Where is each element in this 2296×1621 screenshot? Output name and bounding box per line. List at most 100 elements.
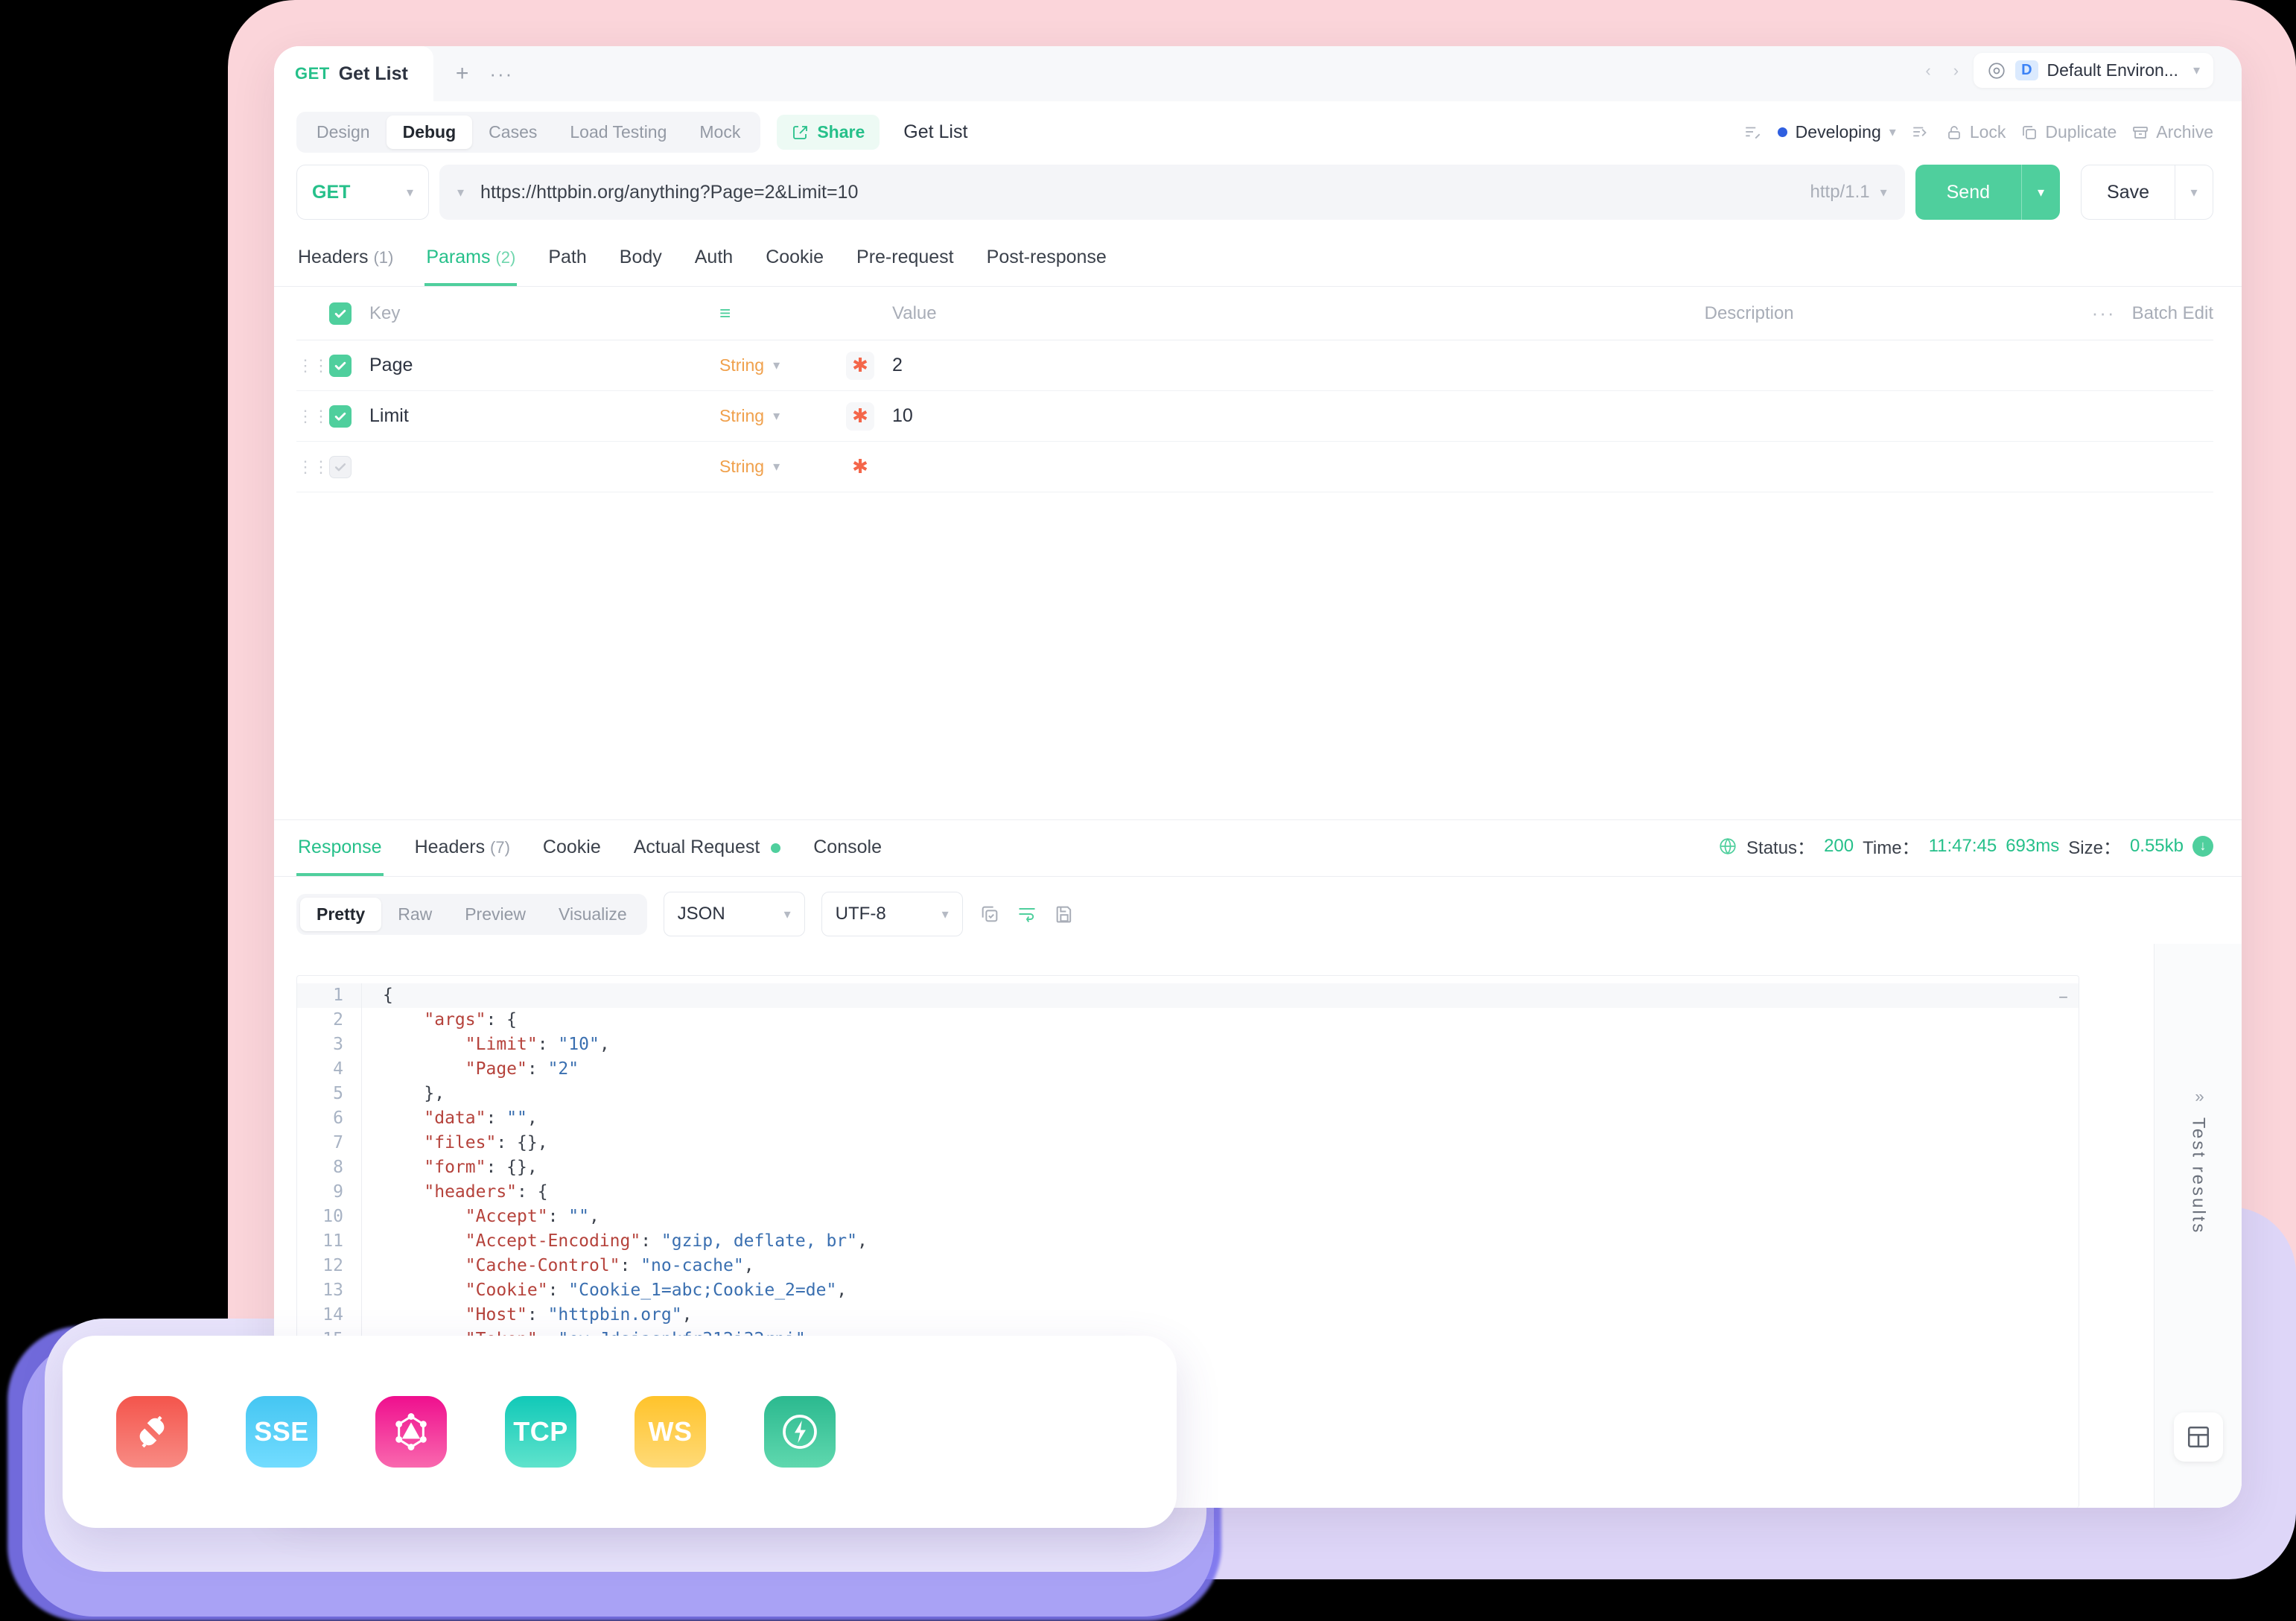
- tab-cookie[interactable]: Cookie: [764, 239, 825, 286]
- url-history-chevron-icon[interactable]: ▾: [457, 185, 464, 200]
- method-selector[interactable]: GET ▾: [296, 165, 429, 220]
- params-more-icon[interactable]: ···: [2092, 302, 2116, 325]
- row-checkbox[interactable]: [329, 455, 369, 478]
- tab-response-headers[interactable]: Headers (7): [413, 829, 512, 876]
- row-value-input[interactable]: 2: [892, 355, 1826, 376]
- view-mode-pretty[interactable]: Pretty: [300, 897, 382, 931]
- code-line: 4 "Page": "2": [297, 1057, 2079, 1082]
- sse-icon[interactable]: SSE: [246, 1396, 317, 1468]
- collapse-all-icon[interactable]: −: [2058, 988, 2068, 1007]
- nav-back-icon[interactable]: ‹: [1918, 57, 1938, 85]
- tab-cases[interactable]: Cases: [472, 115, 553, 149]
- view-mode-visualize[interactable]: Visualize: [542, 898, 643, 931]
- grpc-icon[interactable]: [764, 1396, 836, 1468]
- format-selector[interactable]: JSON ▾: [663, 892, 805, 936]
- row-required-toggle[interactable]: ✱: [846, 351, 892, 380]
- tab-debug[interactable]: Debug: [386, 115, 473, 149]
- line-number: 10: [322, 1207, 343, 1226]
- url-input[interactable]: ▾ https://httpbin.org/anything?Page=2&Li…: [439, 165, 1905, 220]
- drag-handle[interactable]: ⋮⋮: [296, 407, 329, 425]
- row-type-selector[interactable]: String ▾: [719, 457, 846, 477]
- ws-icon[interactable]: WS: [635, 1396, 706, 1468]
- duplicate-button[interactable]: Duplicate: [2020, 122, 2117, 142]
- chevron-down-icon[interactable]: ▾: [2193, 63, 2200, 78]
- save-options-chevron-icon[interactable]: ▾: [2175, 165, 2213, 220]
- tab-response-cookie[interactable]: Cookie: [541, 829, 602, 876]
- status-selector[interactable]: Developing ▾: [1777, 122, 1896, 142]
- save-button[interactable]: Save: [2081, 165, 2175, 220]
- table-row[interactable]: ⋮⋮ String ▾ ✱: [296, 442, 2213, 492]
- row-type-selector[interactable]: String ▾: [719, 355, 846, 375]
- download-icon[interactable]: ↓: [2192, 835, 2213, 857]
- format-value: JSON: [677, 904, 725, 924]
- nav-forward-icon[interactable]: ›: [1946, 57, 1966, 85]
- archive-button[interactable]: Archive: [2131, 122, 2213, 142]
- document-tab-get-list[interactable]: GET Get List: [274, 46, 433, 101]
- drag-handle[interactable]: ⋮⋮: [296, 357, 329, 374]
- line-number: 6: [333, 1108, 343, 1128]
- http-version-selector[interactable]: http/1.1 ▾: [1810, 182, 1887, 203]
- chevron-down-icon: ▾: [1889, 124, 1896, 139]
- table-row[interactable]: ⋮⋮ Page String ▾ ✱ 2: [296, 340, 2213, 391]
- row-key-input[interactable]: Limit: [369, 405, 719, 427]
- tab-path[interactable]: Path: [547, 239, 588, 286]
- copy-icon[interactable]: [979, 904, 1000, 924]
- tab-headers[interactable]: Headers (1): [296, 239, 395, 286]
- share-button[interactable]: Share: [777, 115, 880, 150]
- row-required-toggle[interactable]: ✱: [846, 453, 892, 481]
- send-button[interactable]: Send: [1915, 165, 2022, 220]
- environment-selector[interactable]: D Default Environ... ▾: [1974, 53, 2213, 88]
- document-tabstrip: GET Get List + ··· ‹ › D Default Environ…: [274, 46, 2242, 101]
- tab-load-testing[interactable]: Load Testing: [553, 115, 683, 149]
- row-checkbox[interactable]: [329, 405, 369, 428]
- tcp-icon[interactable]: TCP: [505, 1396, 576, 1468]
- line-content: },: [361, 1082, 2079, 1106]
- environment-globe-icon: [1988, 62, 2005, 79]
- row-key-input[interactable]: Page: [369, 355, 719, 376]
- graphql-icon[interactable]: [375, 1396, 447, 1468]
- view-mode-preview[interactable]: Preview: [448, 898, 542, 931]
- tab-body[interactable]: Body: [618, 239, 664, 286]
- wrap-lines-icon[interactable]: [1017, 904, 1037, 924]
- socket-icon[interactable]: [116, 1396, 188, 1468]
- row-checkbox[interactable]: [329, 354, 369, 377]
- row-required-toggle[interactable]: ✱: [846, 402, 892, 431]
- request-tabs: Headers (1) Params (2) Path Body Auth Co…: [274, 232, 2242, 287]
- add-tab-icon[interactable]: +: [456, 63, 469, 85]
- send-options-chevron-icon[interactable]: ▾: [2021, 165, 2061, 220]
- response-view-modes: Pretty Raw Preview Visualize: [296, 893, 647, 935]
- share-label: Share: [817, 122, 865, 142]
- select-all-checkbox[interactable]: [329, 302, 369, 325]
- tab-pre-request[interactable]: Pre-request: [855, 239, 955, 286]
- tab-console[interactable]: Console: [812, 829, 883, 876]
- edit-list-icon[interactable]: [1743, 123, 1763, 142]
- view-mode-raw[interactable]: Raw: [381, 898, 448, 931]
- row-type-selector[interactable]: String ▾: [719, 406, 846, 426]
- required-asterisk-icon: ✱: [852, 455, 868, 478]
- chevron-down-icon: ▾: [773, 358, 780, 372]
- line-number: 14: [322, 1305, 343, 1325]
- encoding-selector[interactable]: UTF-8 ▾: [821, 892, 963, 936]
- tab-params[interactable]: Params (2): [424, 239, 518, 286]
- tab-auth[interactable]: Auth: [693, 239, 734, 286]
- move-to-icon[interactable]: [1911, 123, 1930, 142]
- drag-handle[interactable]: ⋮⋮: [296, 458, 329, 475]
- row-value-input[interactable]: 10: [892, 405, 1826, 427]
- table-row[interactable]: ⋮⋮ Limit String ▾ ✱ 10: [296, 391, 2213, 442]
- response-toolbar: Pretty Raw Preview Visualize JSON ▾ UTF-…: [274, 877, 2242, 948]
- tab-post-response[interactable]: Post-response: [985, 239, 1108, 286]
- tab-actual-request[interactable]: Actual Request: [632, 829, 783, 876]
- code-line: 7 "files": {},: [297, 1131, 2079, 1155]
- tab-more-icon[interactable]: ···: [489, 64, 513, 83]
- batch-edit-button[interactable]: Batch Edit: [2132, 303, 2213, 324]
- checkbox-checked-icon: [329, 302, 352, 325]
- test-results-toggle[interactable]: « Test results: [2188, 1090, 2209, 1235]
- save-file-icon[interactable]: [1054, 904, 1075, 924]
- line-number: 13: [322, 1281, 343, 1300]
- tab-mock[interactable]: Mock: [683, 115, 757, 149]
- tab-design[interactable]: Design: [300, 115, 387, 149]
- tab-response[interactable]: Response: [296, 829, 384, 876]
- row-type-label: String: [719, 457, 765, 476]
- lock-button[interactable]: Lock: [1945, 122, 2006, 142]
- layout-toggle-button[interactable]: [2173, 1412, 2223, 1462]
